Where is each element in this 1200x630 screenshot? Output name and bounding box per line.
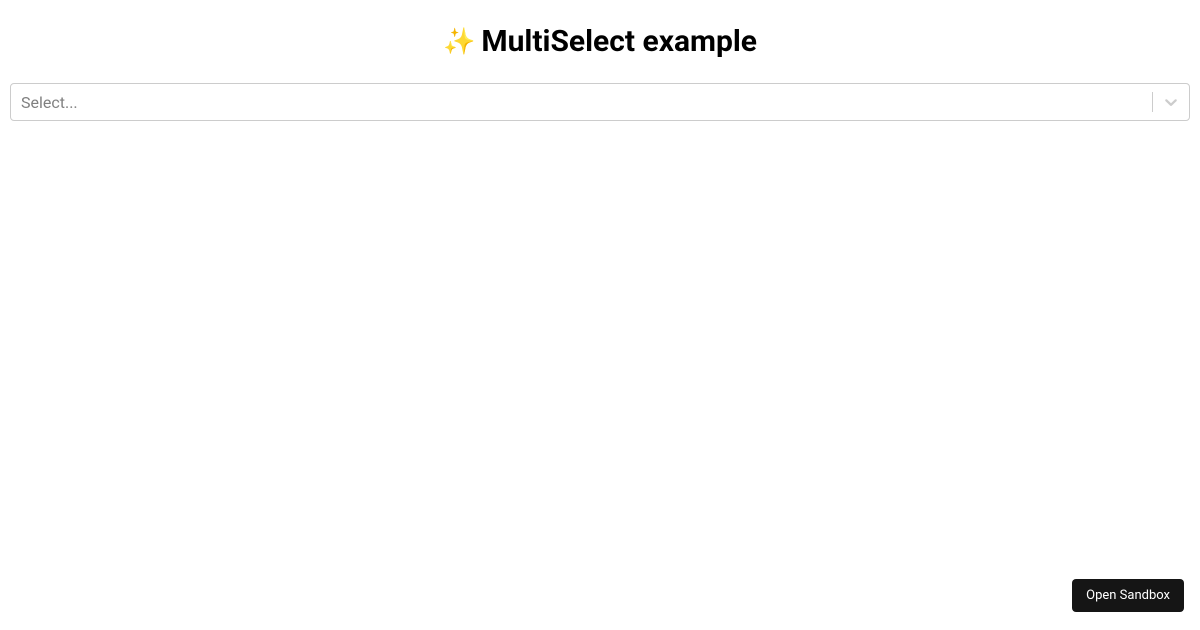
page-title: ✨ MultiSelect example [0, 0, 1200, 83]
sparkle-icon: ✨ [443, 29, 475, 55]
open-sandbox-button[interactable]: Open Sandbox [1072, 579, 1184, 612]
multiselect-indicators [1152, 84, 1189, 120]
multiselect-container: Select... [10, 83, 1190, 121]
page-title-text: MultiSelect example [481, 24, 757, 59]
multiselect-placeholder: Select... [21, 93, 78, 112]
dropdown-indicator[interactable] [1153, 84, 1189, 120]
multiselect-value-area[interactable]: Select... [11, 84, 1152, 120]
multiselect-control[interactable]: Select... [10, 83, 1190, 121]
chevron-down-icon [1161, 92, 1181, 112]
